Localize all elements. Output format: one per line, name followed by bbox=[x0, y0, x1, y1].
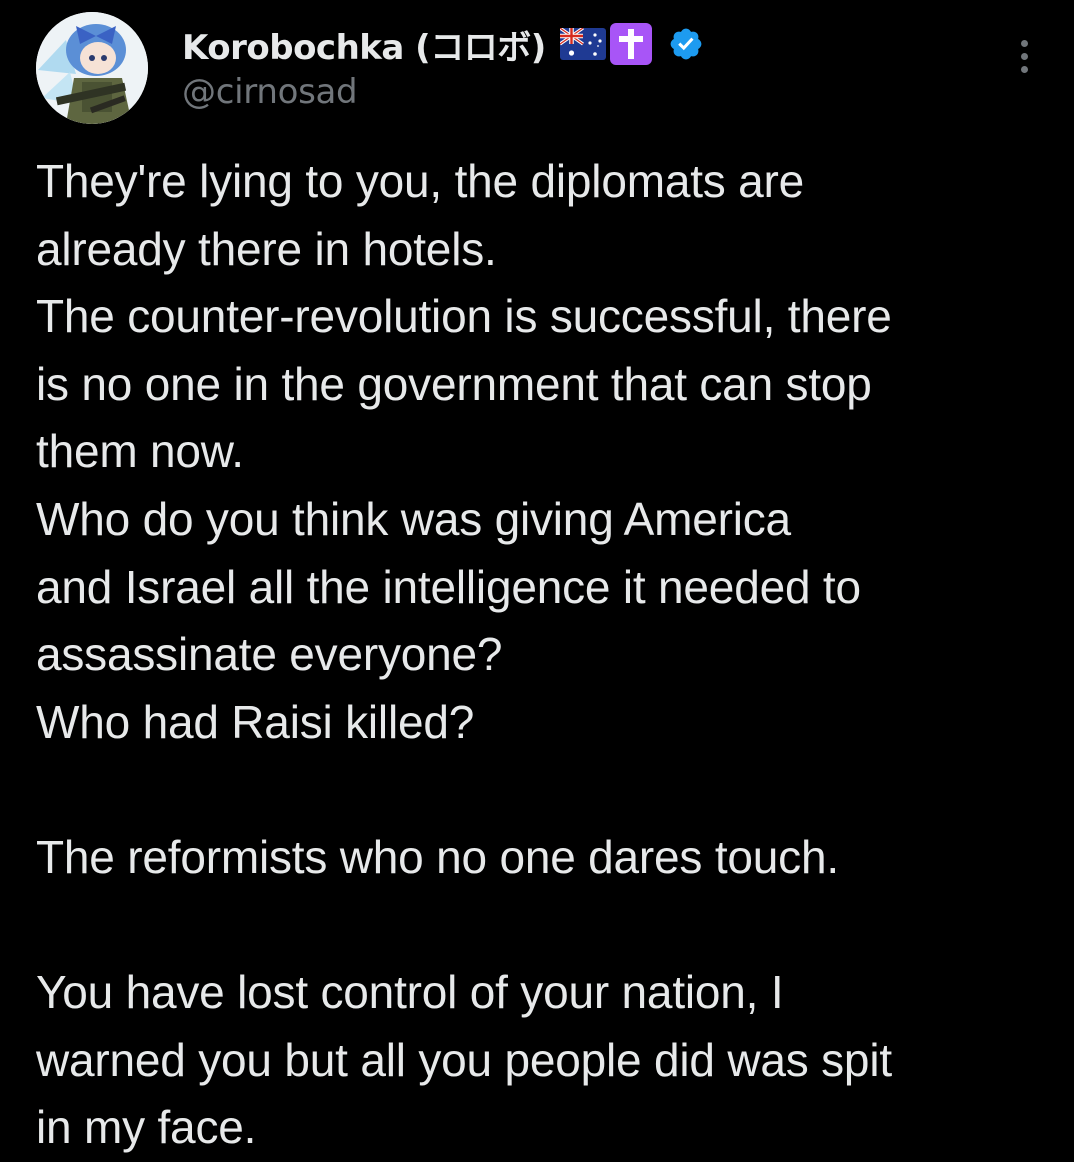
name-row: Korobochka (コロボ) bbox=[182, 20, 704, 69]
tweet-header: Korobochka (コロボ) @cirnosad bbox=[36, 12, 1044, 127]
tweet-line: Who do you think was giving America bbox=[36, 492, 791, 545]
tweet-line: assassinate everyone? bbox=[36, 628, 503, 681]
avatar[interactable] bbox=[36, 12, 148, 124]
tweet: Korobochka (コロボ) @cirnosad They're lying… bbox=[0, 0, 1074, 1159]
tweet-line: The counter-revolution is successful, th… bbox=[36, 290, 892, 343]
verified-badge-icon[interactable] bbox=[668, 26, 704, 62]
tweet-line: is no one in the government that can sto… bbox=[36, 357, 872, 410]
tweet-line: They're lying to you, the diplomats are bbox=[36, 155, 805, 207]
display-name[interactable]: Korobochka (コロボ) bbox=[182, 20, 546, 69]
more-dot-icon bbox=[1020, 65, 1028, 73]
more-dot-icon bbox=[1020, 52, 1028, 60]
latin-cross-icon bbox=[609, 23, 652, 65]
more-options-button[interactable] bbox=[1004, 34, 1044, 78]
tweet-line: and Israel all the intelligence it neede… bbox=[36, 560, 861, 613]
australia-flag-icon bbox=[558, 26, 606, 60]
tweet-line: in my face. bbox=[36, 1101, 257, 1154]
avatar-image bbox=[36, 12, 148, 124]
tweet-text: They're lying to you, the diplomats are … bbox=[36, 148, 1046, 1162]
tweet-line: already there in hotels. bbox=[36, 222, 497, 275]
tweet-line: Who had Raisi killed? bbox=[36, 695, 475, 748]
paragraph-break bbox=[36, 756, 1046, 824]
author-handle[interactable]: @cirnosad bbox=[182, 72, 704, 112]
tweet-line: warned you but all you people did was sp… bbox=[36, 1033, 892, 1086]
paragraph-break bbox=[36, 892, 1046, 960]
tweet-line: them now. bbox=[36, 425, 244, 478]
tweet-line: You have lost control of your nation, I bbox=[36, 966, 784, 1019]
more-dot-icon bbox=[1020, 39, 1028, 47]
tweet-line: The reformists who no one dares touch. bbox=[36, 830, 839, 883]
author-info: Korobochka (コロボ) @cirnosad bbox=[182, 22, 704, 112]
